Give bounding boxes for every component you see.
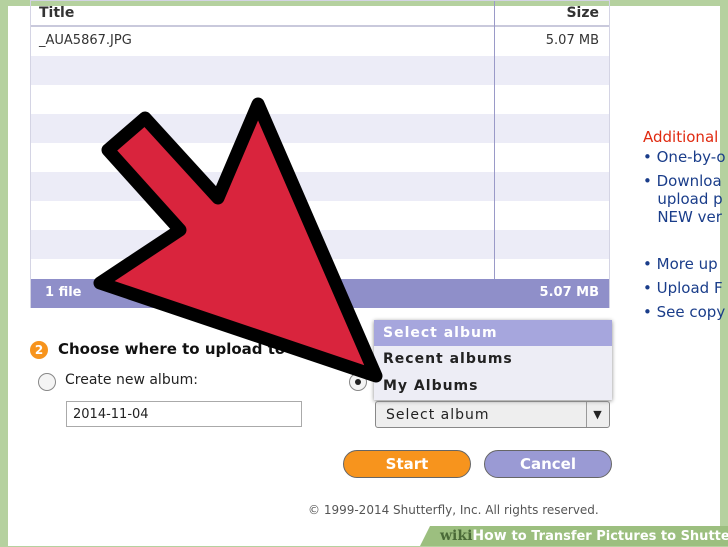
copyright: © 1999-2014 Shutterfly, Inc. All rights … <box>308 503 599 517</box>
red-arrow-icon <box>93 97 383 383</box>
start-button[interactable]: Start <box>343 450 471 478</box>
wikihow-watermark: wikiHow to Transfer Pictures to Shutterf… <box>420 526 728 546</box>
cancel-button[interactable]: Cancel <box>484 450 612 478</box>
